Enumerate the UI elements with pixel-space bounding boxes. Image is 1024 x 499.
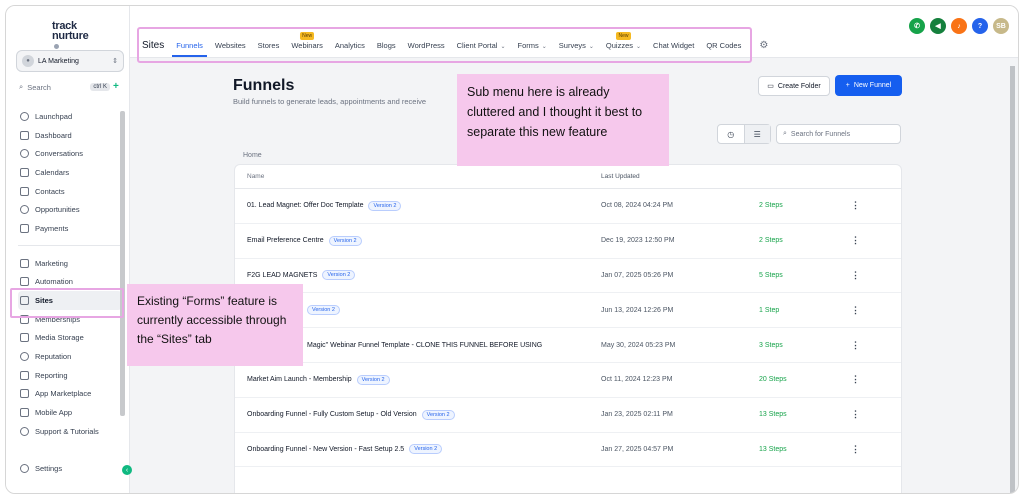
sidebar-item-marketing[interactable]: Marketing [18, 254, 122, 273]
version-badge: Version 2 [409, 444, 443, 455]
account-name: LA Marketing [38, 57, 79, 65]
chevron-updown-icon: ⇕ [112, 58, 118, 65]
phone-icon[interactable]: ✆ [909, 18, 925, 34]
quick-add-icon[interactable]: + [113, 81, 119, 92]
view-toggle: ◷ ☰ [717, 124, 771, 144]
table-header: Name Last Updated [235, 165, 901, 189]
new-funnel-button[interactable]: + New Funnel [835, 75, 902, 96]
chart-icon [20, 370, 29, 380]
bell-icon[interactable]: ♪ [951, 18, 967, 34]
folder-icon: ▭ [767, 83, 774, 90]
list-icon[interactable]: ☰ [743, 125, 770, 143]
gear-icon[interactable]: ⚙ [759, 40, 768, 51]
contacts-icon [20, 186, 29, 196]
sidebar-item-mobile-app[interactable]: Mobile App [18, 403, 122, 422]
create-folder-button[interactable]: ▭ Create Folder [758, 76, 830, 96]
table-row[interactable]: Version 2 Jun 13, 2024 12:26 PM 1 Step ⋮ [235, 293, 901, 329]
help-icon [20, 426, 29, 436]
logo-line-2: nurture [52, 30, 89, 42]
more-icon[interactable]: ⋮ [851, 235, 871, 246]
sidebar-item-reporting[interactable]: Reporting [18, 366, 122, 385]
sidebar-item-app-marketplace[interactable]: App Marketplace [18, 385, 122, 404]
table-row[interactable]: Onboarding Funnel - Fully Custom Setup -… [235, 398, 901, 433]
apps-icon [20, 389, 29, 399]
funnels-table: Name Last Updated 01. Lead Magnet: Offer… [234, 164, 902, 493]
sidebar-search[interactable]: ⌕ Search ctrl K [16, 79, 110, 95]
search-icon: ⌕ [783, 130, 787, 137]
sidebar-item-media-storage[interactable]: Media Storage [18, 329, 122, 348]
more-icon[interactable]: ⋮ [851, 444, 871, 455]
help-icon[interactable]: ? [972, 18, 988, 34]
sidebar-item-settings[interactable]: Settings [20, 464, 62, 473]
search-label: Search [27, 82, 51, 92]
clock-icon[interactable]: ◷ [718, 125, 744, 143]
submenu-highlight [137, 27, 752, 63]
megaphone-icon[interactable]: ◀ [930, 18, 946, 34]
sidebar-item-reputation[interactable]: Reputation [18, 347, 122, 366]
version-badge: Version 2 [322, 270, 356, 281]
page-title: Funnels [233, 77, 295, 94]
sidebar-item-conversations[interactable]: Conversations [18, 144, 122, 163]
page-subtitle: Build funnels to generate leads, appoint… [233, 97, 427, 106]
collapse-sidebar-button[interactable]: ‹ [122, 465, 132, 475]
more-icon[interactable]: ⋮ [851, 374, 871, 385]
sidebar-item-support[interactable]: Support & Tutorials [18, 422, 122, 441]
sites-annotation: Existing “Forms” feature is currently ac… [127, 284, 303, 366]
more-icon[interactable]: ⋮ [851, 200, 871, 211]
funnel-search-input[interactable]: ⌕ Search for Funnels [776, 124, 901, 144]
account-switcher[interactable]: ● LA Marketing ⇕ [16, 50, 124, 72]
version-badge: Version 2 [328, 235, 362, 246]
column-last-updated: Last Updated [601, 173, 640, 180]
column-name: Name [247, 173, 265, 180]
divider [18, 244, 122, 246]
search-icon: ⌕ [19, 82, 24, 91]
version-badge: Version 2 [368, 200, 402, 211]
more-icon[interactable]: ⋮ [851, 340, 871, 351]
version-badge: Version 2 [307, 305, 340, 316]
table-row[interactable]: Onboarding Funnel - New Version - Fast S… [235, 433, 901, 468]
gear-icon [20, 464, 29, 473]
table-row[interactable]: 01. Lead Magnet: Offer Doc Template Versi… [235, 189, 901, 224]
main-scrollbar[interactable] [1010, 66, 1015, 493]
automation-icon [20, 277, 29, 287]
sidebar-item-payments[interactable]: Payments [18, 219, 122, 238]
version-badge: Version 2 [421, 409, 455, 420]
more-icon[interactable]: ⋮ [851, 409, 871, 420]
account-icon: ● [22, 55, 34, 67]
logo: track nurture [52, 21, 92, 51]
more-icon[interactable]: ⋮ [851, 270, 871, 281]
media-icon [20, 333, 29, 343]
avatar[interactable]: SB [993, 18, 1009, 34]
dashboard-icon [20, 130, 29, 140]
send-icon [20, 258, 29, 268]
table-row[interactable]: F2G LEAD MAGNETS Version 2 Jan 07, 2025 05… [235, 259, 901, 294]
sidebar-item-contacts[interactable]: Contacts [18, 182, 122, 201]
sidebar-scrollbar[interactable] [120, 111, 125, 416]
sidebar-item-launchpad[interactable]: Launchpad [18, 107, 122, 126]
opportunities-icon [20, 205, 29, 215]
sites-highlight [10, 288, 124, 318]
submenu-annotation: Sub menu here is already cluttered and I… [457, 74, 669, 166]
sidebar: track nurture ● LA Marketing ⇕ ⌕ Search … [6, 6, 132, 493]
mobile-icon [20, 408, 29, 418]
breadcrumb[interactable]: Home [243, 152, 262, 159]
table-row[interactable]: Email Preference Centre Version 2 Dec 19, … [235, 224, 901, 259]
app-window: track nurture ● LA Marketing ⇕ ⌕ Search … [5, 5, 1019, 494]
sidebar-item-dashboard[interactable]: Dashboard [18, 126, 122, 145]
sidebar-item-calendars[interactable]: Calendars [18, 163, 122, 182]
plus-icon: + [845, 82, 850, 89]
table-row[interactable]: Market Aim Launch - Membership Version 2O… [235, 363, 901, 398]
star-icon [20, 352, 29, 362]
more-icon[interactable]: ⋮ [851, 305, 871, 316]
sidebar-nav: Launchpad Dashboard Conversations Calend… [18, 107, 122, 441]
table-row[interactable]: Magic" Webinar Funnel Template - CLONE T… [235, 328, 901, 363]
search-shortcut: ctrl K [90, 83, 110, 91]
top-actions: ✆ ◀ ♪ ? SB [904, 18, 1009, 34]
sidebar-item-opportunities[interactable]: Opportunities [18, 200, 122, 219]
launchpad-icon [20, 111, 29, 121]
payments-icon [20, 223, 29, 233]
chat-icon [20, 149, 29, 159]
calendar-icon [20, 167, 29, 177]
version-badge: Version 2 [356, 374, 390, 385]
